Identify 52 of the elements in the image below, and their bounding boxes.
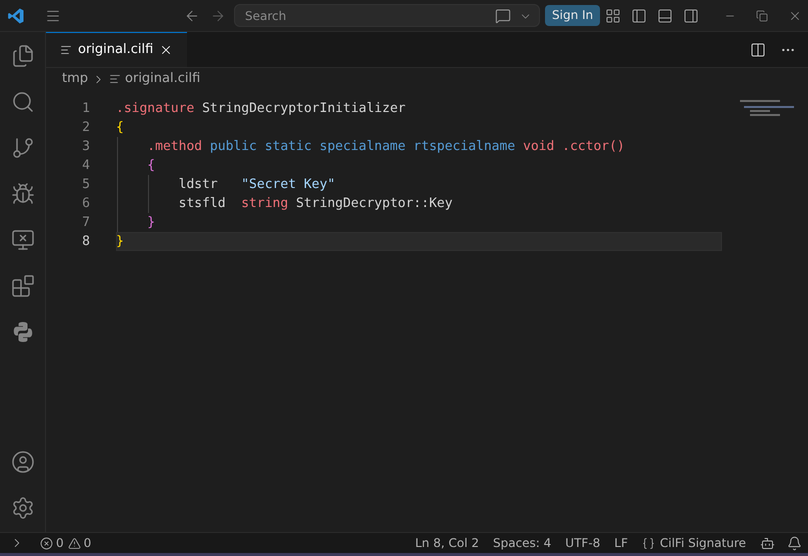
code-text: stsfld string StringDecryptor::Key	[178, 194, 453, 213]
code-text: {	[116, 118, 124, 137]
panel-bottom-icon[interactable]	[657, 8, 674, 24]
line-number: 1	[81, 100, 90, 118]
file-icon	[60, 44, 72, 56]
line-number: 3	[81, 138, 90, 156]
code-text: ldstr "Secret Key"	[178, 176, 336, 194]
warning-icon	[68, 536, 81, 550]
account-icon[interactable]	[10, 450, 34, 474]
minimap	[738, 100, 794, 116]
tab-label: original.cilfi	[78, 41, 154, 60]
monitor-icon[interactable]	[10, 228, 34, 252]
braces-icon	[642, 536, 655, 550]
indentation[interactable]: Spaces: 4	[492, 534, 552, 552]
split-editor-icon[interactable]	[750, 42, 766, 58]
app-logo-icon	[7, 6, 25, 24]
search-field[interactable]: Search	[234, 4, 540, 27]
error-icon	[40, 536, 53, 550]
line-number: 6	[81, 194, 90, 213]
settings-icon[interactable]	[10, 496, 34, 520]
encoding[interactable]: UTF-8	[565, 534, 600, 552]
editor-tab[interactable]: original.cilfi	[46, 32, 188, 67]
branch-icon[interactable]	[10, 136, 34, 160]
bell-icon[interactable]	[787, 536, 802, 550]
breadcrumb-item[interactable]: original.cilfi	[125, 69, 200, 89]
code-text: .signature StringDecryptorInitializer	[116, 100, 406, 118]
warning-count[interactable]: 0	[84, 534, 92, 552]
files-icon[interactable]	[10, 44, 34, 68]
sign-in-button[interactable]: Sign In	[545, 5, 600, 26]
extensions-icon[interactable]	[10, 274, 34, 298]
panel-left-icon[interactable]	[631, 8, 648, 24]
line-number: 2	[81, 118, 90, 137]
file-icon	[109, 73, 122, 85]
line-number: 5	[81, 176, 90, 194]
layout-icon[interactable]	[605, 8, 622, 24]
code-text: }	[116, 232, 124, 251]
breadcrumb-item[interactable]: tmp	[62, 69, 88, 89]
line-ending[interactable]: LF	[614, 534, 628, 552]
code-text: }	[146, 214, 156, 232]
line-number: 8	[81, 232, 90, 251]
code-text: .method public static specialname rtspecialname void .cctor()	[146, 138, 625, 156]
line-number: 7	[81, 214, 90, 232]
restore-icon[interactable]	[756, 10, 768, 22]
bug-icon[interactable]	[10, 182, 34, 206]
search-icon[interactable]	[10, 90, 34, 114]
cursor-position[interactable]: Ln 8, Col 2	[415, 534, 479, 552]
line-number: 4	[81, 156, 90, 175]
panel-right-icon[interactable]	[683, 8, 700, 24]
error-count[interactable]: 0	[56, 534, 64, 552]
code-text: {	[146, 156, 156, 175]
chat-icon[interactable]	[495, 8, 511, 24]
language-mode[interactable]: CilFi Signature	[660, 534, 746, 552]
